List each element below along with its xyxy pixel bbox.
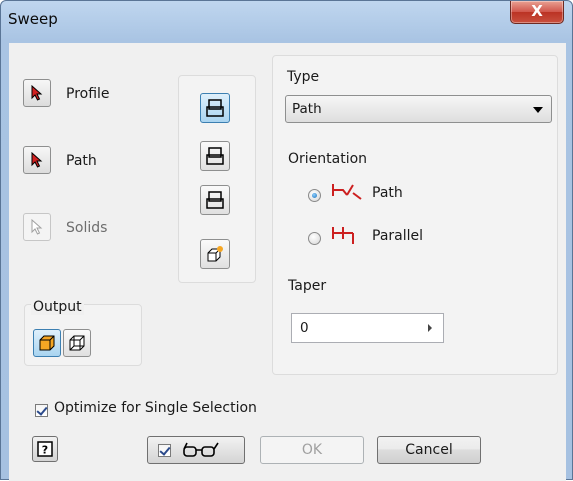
solids-label: Solids	[66, 220, 108, 236]
join-button[interactable]	[200, 93, 230, 123]
join-icon	[206, 99, 224, 117]
orientation-parallel-radio[interactable]	[308, 232, 321, 245]
output-surface-button[interactable]	[63, 329, 91, 357]
new-solid-button[interactable]	[200, 239, 230, 269]
orientation-path-radio[interactable]	[308, 189, 321, 202]
type-dropdown[interactable]: Path	[285, 95, 552, 123]
type-selected-value: Path	[292, 101, 322, 117]
orientation-parallel-label: Parallel	[372, 228, 424, 244]
optimize-checkbox[interactable]	[35, 404, 48, 417]
path-select-button[interactable]	[23, 146, 51, 174]
help-icon: ?	[37, 441, 53, 457]
surface-cube-icon	[69, 335, 85, 351]
arrow-right-icon[interactable]	[428, 324, 432, 332]
glasses-icon	[183, 442, 219, 457]
orientation-path-label: Path	[372, 185, 403, 201]
preview-toggle[interactable]	[147, 436, 245, 464]
taper-label: Taper	[288, 278, 327, 294]
close-icon: X	[531, 2, 543, 20]
type-label: Type	[287, 69, 320, 85]
intersect-button[interactable]	[200, 185, 230, 215]
intersect-icon	[206, 191, 224, 209]
preview-checkbox[interactable]	[158, 444, 171, 457]
new-solid-icon	[207, 246, 223, 262]
help-button[interactable]: ?	[32, 436, 58, 462]
sweep-dialog: Sweep X Profile Path Solids Output Type …	[0, 0, 573, 481]
dialog-body: Profile Path Solids Output Type Path Ori…	[9, 43, 566, 481]
taper-input[interactable]: 0	[291, 313, 444, 343]
dialog-title: Sweep	[8, 10, 58, 28]
ok-button[interactable]: OK	[260, 436, 364, 464]
taper-value: 0	[300, 320, 309, 336]
solids-select-button[interactable]	[23, 213, 51, 241]
svg-text:?: ?	[42, 444, 48, 457]
cut-icon	[206, 147, 224, 165]
cursor-arrow-icon	[31, 219, 43, 235]
cursor-arrow-icon	[31, 152, 43, 168]
orientation-label: Orientation	[288, 151, 368, 167]
path-label: Path	[66, 153, 97, 169]
profile-label: Profile	[66, 86, 110, 102]
cut-button[interactable]	[200, 141, 230, 171]
title-bar[interactable]: Sweep X	[1, 1, 572, 43]
optimize-label: Optimize for Single Selection	[54, 400, 257, 416]
close-button[interactable]: X	[510, 1, 564, 24]
output-solid-button[interactable]	[33, 329, 61, 357]
parallel-orientation-icon	[332, 227, 354, 244]
profile-select-button[interactable]	[23, 79, 51, 107]
path-orientation-icon	[332, 184, 362, 200]
chevron-down-icon	[533, 107, 543, 113]
solid-cube-icon	[39, 335, 55, 351]
cancel-button[interactable]: Cancel	[377, 436, 481, 464]
cursor-arrow-icon	[31, 85, 43, 101]
output-label: Output	[31, 299, 84, 315]
